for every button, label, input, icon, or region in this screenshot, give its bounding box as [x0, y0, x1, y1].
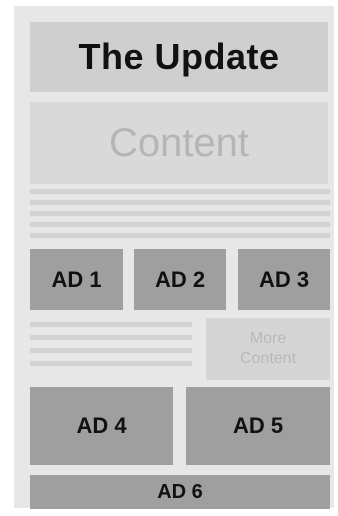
ad-slot-6[interactable]: AD 6: [30, 475, 330, 509]
page-title: The Update: [30, 22, 328, 92]
text-placeholder-line: [30, 361, 192, 366]
ad-slot-3[interactable]: AD 3: [238, 249, 330, 310]
more-content-placeholder: More Content: [206, 318, 330, 380]
wireframe-page: The Update Content AD 1 AD 2 AD 3 More C…: [14, 6, 334, 509]
text-placeholder-line: [30, 335, 192, 340]
ad-slot-4[interactable]: AD 4: [30, 387, 173, 465]
content-placeholder: Content: [30, 102, 328, 184]
more-content-line-2: Content: [239, 350, 297, 367]
text-placeholder-line: [30, 189, 330, 194]
text-placeholder-line: [30, 222, 330, 227]
text-placeholder-line: [30, 211, 330, 216]
text-placeholder-line: [30, 200, 330, 205]
ad-slot-2[interactable]: AD 2: [134, 249, 226, 310]
text-placeholder-line: [30, 348, 192, 353]
ad-slot-5[interactable]: AD 5: [186, 387, 330, 465]
text-placeholder-line: [30, 233, 330, 238]
text-placeholder-line: [30, 322, 192, 327]
more-content-line-1: More: [249, 330, 287, 347]
ad-slot-1[interactable]: AD 1: [30, 249, 123, 310]
